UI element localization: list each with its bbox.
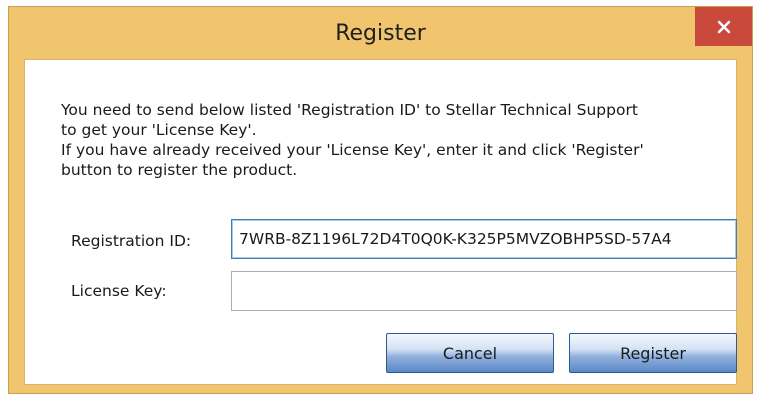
close-button[interactable] bbox=[695, 7, 752, 46]
instruction-line: You need to send below listed 'Registrat… bbox=[61, 101, 638, 119]
dialog-content: You need to send below listed 'Registrat… bbox=[24, 59, 737, 385]
instruction-text: You need to send below listed 'Registrat… bbox=[61, 100, 741, 180]
close-icon bbox=[717, 20, 730, 33]
instruction-line: If you have already received your 'Licen… bbox=[61, 141, 644, 159]
registration-id-label: Registration ID: bbox=[71, 232, 192, 250]
dialog-title: Register bbox=[335, 21, 426, 46]
license-key-field[interactable] bbox=[231, 271, 737, 311]
instruction-line: to get your 'License Key'. bbox=[61, 121, 257, 139]
registration-id-field[interactable] bbox=[231, 219, 737, 259]
instruction-line: button to register the product. bbox=[61, 161, 298, 179]
title-bar[interactable]: Register bbox=[9, 7, 752, 57]
license-key-label: License Key: bbox=[71, 282, 167, 300]
register-dialog: Register You need to send below listed '… bbox=[8, 6, 753, 394]
cancel-button[interactable]: Cancel bbox=[386, 333, 554, 373]
register-button[interactable]: Register bbox=[569, 333, 737, 373]
